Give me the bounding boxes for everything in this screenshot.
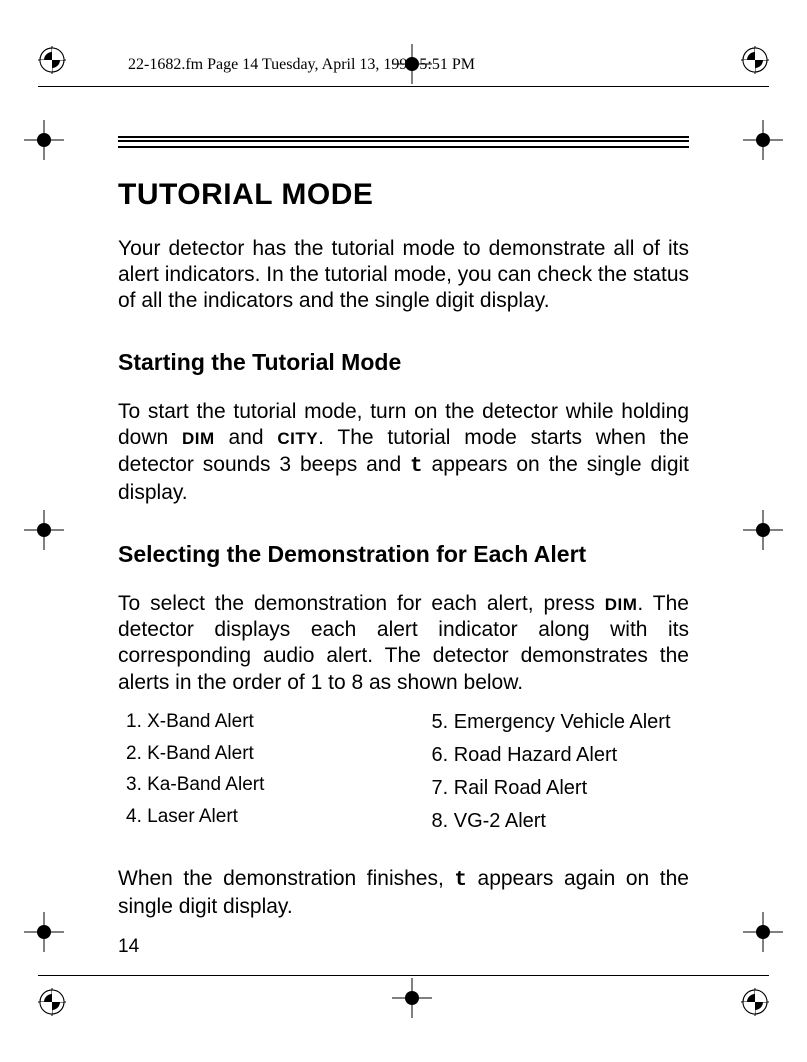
alert-list: 1. X-Band Alert 2. K-Band Alert 3. Ka-Ba… xyxy=(126,710,689,842)
content: TUTORIAL MODE Your detector has the tuto… xyxy=(98,136,709,920)
display-glyph-t: t xyxy=(410,455,423,478)
crop-mark-icon xyxy=(24,120,64,160)
list-item: 1. X-Band Alert xyxy=(126,710,384,734)
text: When the demonstration finishes, xyxy=(118,867,454,890)
crop-mark-icon xyxy=(392,978,432,1018)
page-title: TUTORIAL MODE xyxy=(118,176,689,214)
page: 22-1682.fm Page 14 Tuesday, April 13, 19… xyxy=(0,0,807,1062)
registration-mark-icon xyxy=(38,46,66,74)
list-item: 5. Emergency Vehicle Alert xyxy=(432,710,690,735)
footer-rule xyxy=(38,975,769,976)
list-item: 7. Rail Road Alert xyxy=(432,776,690,801)
display-glyph-t: t xyxy=(454,869,467,892)
crop-mark-icon xyxy=(743,912,783,952)
list-item: 8. VG-2 Alert xyxy=(432,809,690,834)
crop-header-text: 22-1682.fm Page 14 Tuesday, April 13, 19… xyxy=(128,56,475,74)
list-item: 2. K-Band Alert xyxy=(126,742,384,766)
crop-mark-icon xyxy=(743,120,783,160)
list-item: 4. Laser Alert xyxy=(126,805,384,829)
button-label-dim: DIM xyxy=(605,595,638,614)
content-frame: TUTORIAL MODE Your detector has the tuto… xyxy=(98,136,709,954)
section-rule xyxy=(118,136,689,148)
registration-mark-icon xyxy=(741,46,769,74)
list-item: 6. Road Hazard Alert xyxy=(432,743,690,768)
crop-mark-icon xyxy=(24,912,64,952)
crop-mark-icon xyxy=(24,510,64,550)
closing-paragraph: When the demonstration finishes, t appea… xyxy=(118,866,689,921)
alert-column-right: 5. Emergency Vehicle Alert 6. Road Hazar… xyxy=(432,710,690,842)
selecting-paragraph: To select the demonstration for each ale… xyxy=(118,591,689,696)
registration-mark-icon xyxy=(741,988,769,1016)
starting-paragraph: To start the tutorial mode, turn on the … xyxy=(118,399,689,506)
intro-paragraph: Your detector has the tutorial mode to d… xyxy=(118,236,689,315)
header-rule xyxy=(38,86,769,87)
alert-column-left: 1. X-Band Alert 2. K-Band Alert 3. Ka-Ba… xyxy=(126,710,384,842)
button-label-city: CITY xyxy=(277,429,318,448)
subheading-selecting: Selecting the Demonstration for Each Ale… xyxy=(118,540,689,569)
crop-mark-icon xyxy=(743,510,783,550)
button-label-dim: DIM xyxy=(182,429,215,448)
list-item: 3. Ka-Band Alert xyxy=(126,773,384,797)
subheading-starting: Starting the Tutorial Mode xyxy=(118,348,689,377)
page-number: 14 xyxy=(118,936,139,958)
registration-mark-icon xyxy=(38,988,66,1016)
text: and xyxy=(215,426,278,449)
text: To select the demonstration for each ale… xyxy=(118,592,605,615)
